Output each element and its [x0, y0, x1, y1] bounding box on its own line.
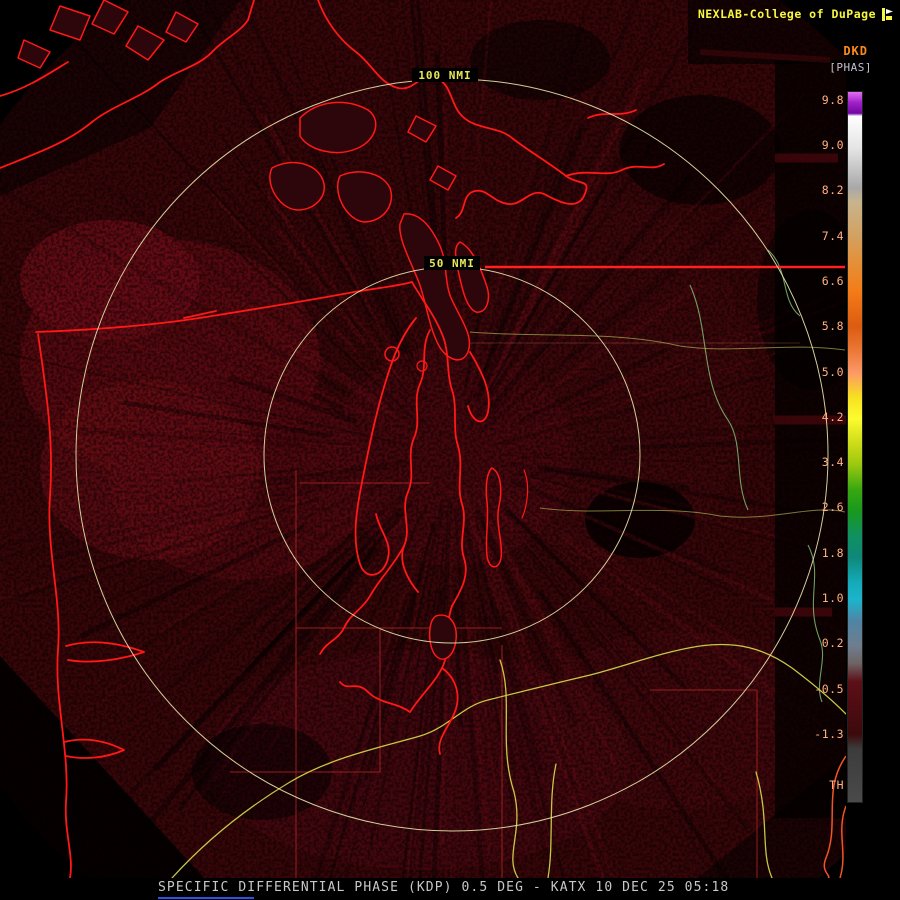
- colorbar-gradient: [847, 91, 863, 803]
- colorbar-tick-label: 3.4: [821, 455, 844, 470]
- colorbar-tick-label: 8.2: [821, 183, 844, 198]
- svg-text:50 NMI: 50 NMI: [429, 257, 475, 270]
- colorbar-tick-label: 9.8: [821, 92, 844, 107]
- colorbar-threshold-label: TH: [829, 777, 844, 792]
- colorbar-tick-label: 5.8: [821, 319, 844, 334]
- colorbar: 9.8 9.0 8.2 7.4 6.6 5.8 5.0 4.2 3.4 2.6 1.8 1.0 0.2 -…: [812, 91, 874, 803]
- units-label: [PHAS]: [829, 61, 872, 74]
- cod-logo-icon: [882, 7, 893, 21]
- colorbar-tick-label: 9.0: [821, 138, 844, 153]
- brand: NEXLAB-College of DuPage: [698, 7, 894, 21]
- status-bar-text: SPECIFIC DIFFERENTIAL PHASE (KDP) 0.5 DE…: [158, 880, 730, 895]
- colorbar-tick-label: 1.8: [821, 545, 844, 560]
- colorbar-tick-label: 2.6: [821, 500, 844, 515]
- colorbar-tick-label: 0.2: [821, 636, 844, 651]
- brand-text: NEXLAB-College of DuPage: [697, 7, 876, 21]
- colorbar-tick-label: 6.6: [821, 274, 844, 288]
- colorbar-tick-label: 5.0: [821, 364, 844, 379]
- product-code-label: DKD: [843, 44, 868, 58]
- colorbar-tick-label: -1.3: [814, 726, 844, 741]
- colorbar-tick-label: -0.5: [814, 681, 844, 696]
- colorbar-tick-label: 4.2: [821, 409, 844, 424]
- radar-map: 50 NMI 100 NMI: [0, 0, 846, 878]
- colorbar-tick-label: 7.4: [821, 228, 844, 243]
- range-ring-label-100: 100 NMI: [412, 68, 478, 82]
- colorbar-tick-labels: 9.8 9.0 8.2 7.4 6.6 5.8 5.0 4.2 3.4 2.6 1.8 1.0 0.2 -…: [812, 92, 844, 802]
- status-underline: [158, 897, 254, 899]
- svg-text:100 NMI: 100 NMI: [418, 69, 471, 82]
- range-ring-label-50: 50 NMI: [424, 256, 480, 270]
- radar-display: 50 NMI 100 NMI NEXLAB-College of DuPage …: [0, 0, 900, 900]
- colorbar-tick-label: 1.0: [821, 591, 844, 606]
